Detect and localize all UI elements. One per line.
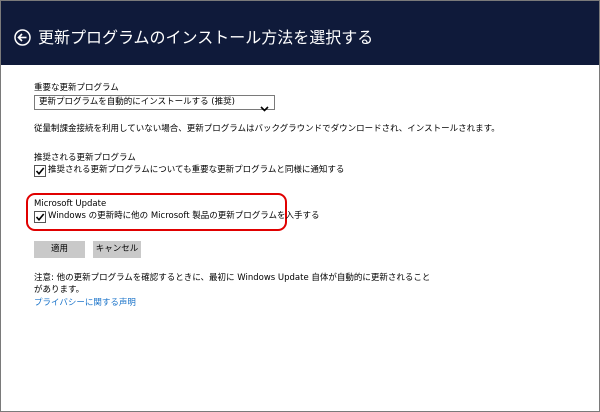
- note-text-line1: 注意: 他の更新プログラムを確認するときに、最初に Windows Update…: [34, 273, 431, 283]
- cancel-button[interactable]: キャンセル: [93, 241, 141, 258]
- important-updates-label: 重要な更新プログラム: [34, 83, 119, 93]
- privacy-statement-link[interactable]: プライバシーに関する声明: [34, 297, 136, 309]
- recommended-updates-checkbox-label: 推奨される更新プログラムについても重要な更新プログラムと同様に通知する: [48, 165, 345, 175]
- microsoft-update-checkbox-label: Windows の更新時に他の Microsoft 製品の更新プログラムを入手す…: [48, 211, 320, 221]
- page-header: 更新プログラムのインストール方法を選択する: [1, 1, 599, 65]
- back-arrow-icon[interactable]: [14, 29, 31, 46]
- apply-button[interactable]: 適用: [34, 241, 85, 258]
- checkmark-icon: [35, 167, 45, 176]
- recommended-updates-checkbox[interactable]: [34, 165, 46, 177]
- note-text-line2: があります。: [34, 285, 85, 295]
- microsoft-update-label: Microsoft Update: [34, 199, 107, 209]
- checkmark-icon: [35, 213, 45, 222]
- important-updates-dropdown[interactable]: 更新プログラムを自動的にインストールする (推奨): [34, 95, 275, 112]
- dropdown-selected-value: 更新プログラムを自動的にインストールする (推奨): [39, 97, 235, 107]
- chevron-down-icon: [260, 98, 269, 112]
- important-updates-description: 従量制課金接続を利用していない場合、更新プログラムはバックグラウンドでダウンロー…: [34, 124, 500, 134]
- recommended-updates-label: 推奨される更新プログラム: [34, 153, 136, 163]
- page-title: 更新プログラムのインストール方法を選択する: [38, 28, 374, 47]
- microsoft-update-checkbox[interactable]: [34, 211, 46, 223]
